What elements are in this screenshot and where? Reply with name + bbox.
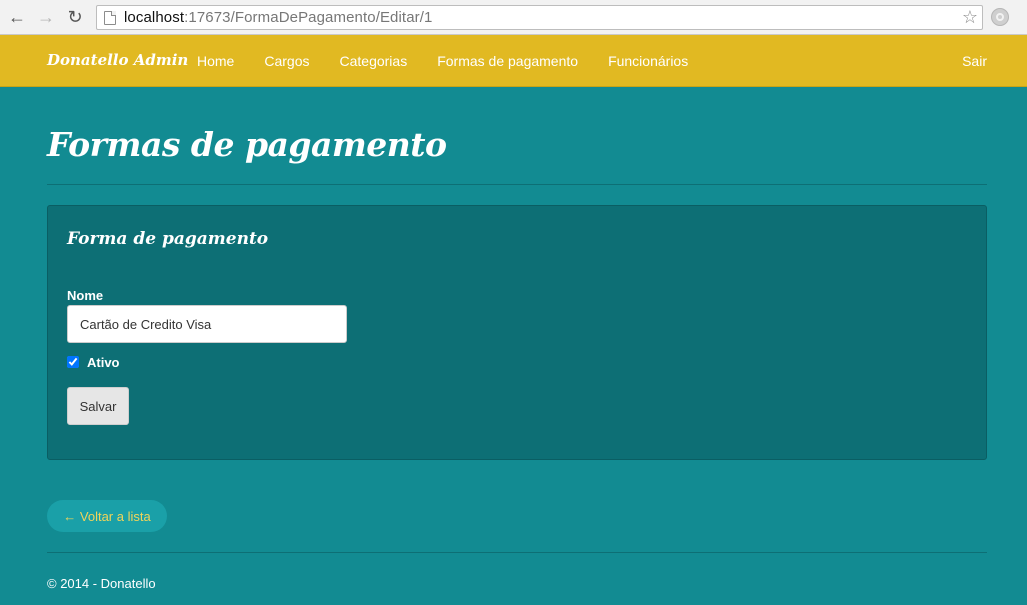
- nav-link-cargos[interactable]: Cargos: [264, 53, 309, 69]
- active-label[interactable]: Ativo: [87, 355, 120, 370]
- footer-copyright: © 2014 - Donatello: [47, 576, 156, 591]
- nav-links: Home Cargos Categorias Formas de pagamen…: [197, 53, 718, 69]
- nav-link-funcionarios[interactable]: Funcionários: [608, 53, 688, 69]
- page-icon: [104, 10, 116, 25]
- back-arrow-icon[interactable]: ←: [6, 6, 28, 28]
- browser-toolbar: ← → ↻ localhost:17673/FormaDePagamento/E…: [0, 0, 1027, 35]
- brand-logo[interactable]: Donatello Admin: [47, 51, 188, 69]
- bookmark-star-icon[interactable]: ☆: [962, 7, 978, 28]
- active-checkbox[interactable]: [67, 356, 79, 368]
- address-bar[interactable]: localhost:17673/FormaDePagamento/Editar/…: [96, 5, 983, 30]
- name-label: Nome: [67, 288, 104, 303]
- nav-link-formas-de-pagamento[interactable]: Formas de pagamento: [437, 53, 578, 69]
- save-button[interactable]: Salvar: [67, 387, 129, 425]
- name-input[interactable]: [67, 305, 347, 343]
- logout-link[interactable]: Sair: [962, 53, 987, 69]
- page-title: Formas de pagamento: [47, 125, 447, 164]
- back-to-list-link[interactable]: ← Voltar a lista: [47, 500, 167, 532]
- url-path: :17673/FormaDePagamento/Editar/1: [184, 9, 433, 26]
- nav-link-home[interactable]: Home: [197, 53, 234, 69]
- title-divider: [47, 184, 987, 185]
- footer-divider: [47, 552, 987, 553]
- nav-link-categorias[interactable]: Categorias: [340, 53, 408, 69]
- extension-icon[interactable]: [991, 8, 1009, 26]
- form-panel: Forma de pagamento Nome Ativo Salvar: [47, 205, 987, 460]
- panel-title: Forma de pagamento: [67, 229, 269, 249]
- url-text[interactable]: localhost:17673/FormaDePagamento/Editar/…: [124, 9, 432, 26]
- forward-arrow-icon[interactable]: →: [35, 6, 57, 28]
- top-navbar: Donatello Admin Home Cargos Categorias F…: [0, 35, 1027, 87]
- url-host: localhost: [124, 9, 185, 26]
- reload-icon[interactable]: ↻: [64, 6, 86, 28]
